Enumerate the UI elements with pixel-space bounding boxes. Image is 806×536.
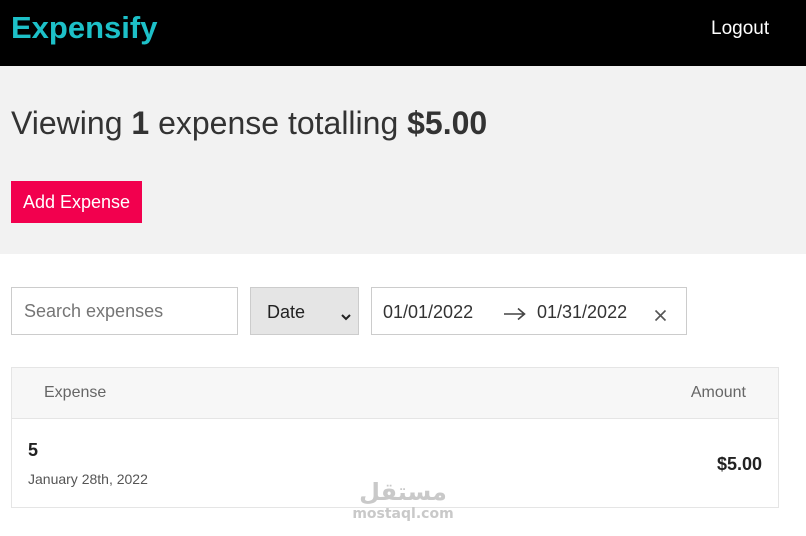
logout-button[interactable]: Logout bbox=[711, 18, 769, 40]
amount-column-header: Amount bbox=[690, 384, 746, 401]
app-header: Expensify Logout bbox=[0, 0, 806, 66]
add-expense-button[interactable]: Add Expense bbox=[11, 181, 142, 223]
summary-title: Viewing 1 expense totalling $5.00 bbox=[11, 104, 487, 142]
end-date-input[interactable]: 01/31/2022 bbox=[537, 301, 627, 323]
watermark-latin: mostaql.com bbox=[352, 506, 454, 522]
expense-description: 5 bbox=[28, 440, 39, 460]
list-header: Expense Amount bbox=[12, 368, 778, 419]
expenses-summary: Viewing 1 expense totalling $5.00 Add Ex… bbox=[0, 66, 806, 254]
close-icon[interactable] bbox=[654, 306, 667, 327]
expense-total: $5.00 bbox=[407, 105, 488, 141]
start-date-input[interactable]: 01/01/2022 bbox=[383, 301, 473, 323]
summary-middle: expense totalling bbox=[158, 105, 399, 141]
expense-column-header: Expense bbox=[44, 384, 107, 401]
expense-count: 1 bbox=[131, 105, 150, 141]
summary-prefix: Viewing bbox=[11, 105, 123, 141]
brand-title[interactable]: Expensify bbox=[11, 10, 157, 46]
expense-amount: $5.00 bbox=[716, 454, 762, 474]
arrow-right-icon bbox=[503, 305, 527, 326]
expense-date: January 28th, 2022 bbox=[28, 471, 148, 487]
date-range-picker: 01/01/2022 01/31/2022 bbox=[371, 287, 687, 335]
sort-selected-value: Date bbox=[267, 302, 306, 322]
sort-select[interactable]: Date bbox=[250, 287, 359, 335]
watermark: مستقل mostaql.com bbox=[352, 478, 454, 526]
search-input[interactable] bbox=[11, 287, 238, 335]
chevron-down-icon bbox=[340, 306, 352, 327]
watermark-arabic: مستقل bbox=[359, 478, 447, 506]
